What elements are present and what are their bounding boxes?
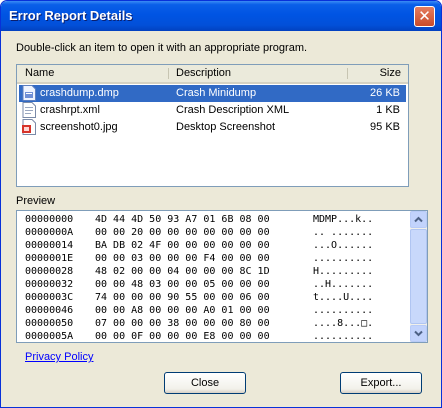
privacy-policy-link[interactable]: Privacy Policy <box>25 351 93 363</box>
xml-file-icon <box>22 102 36 118</box>
file-description: Desktop Screenshot <box>176 121 276 133</box>
hex-row: 00000028 48 02 00 00 04 00 00 00 8C 1D H… <box>17 266 373 279</box>
file-name: crashdump.dmp <box>40 87 119 99</box>
preview-label: Preview <box>16 195 56 207</box>
hex-row: 00000046 00 00 A8 00 00 00 A0 01 00 00 .… <box>17 305 373 318</box>
preview-scrollbar[interactable] <box>410 211 427 342</box>
hex-offset: 00000032 <box>25 279 74 290</box>
hex-bytes: 48 02 00 00 04 00 00 00 8C 1D <box>95 266 270 277</box>
hex-offset: 0000003C <box>25 292 74 303</box>
hex-bytes: BA DB 02 4F 00 00 00 00 00 00 <box>95 240 270 251</box>
file-size: 95 KB <box>370 121 400 133</box>
chevron-up-icon <box>414 216 423 223</box>
instructions-text: Double-click an item to open it with an … <box>16 42 308 54</box>
hex-bytes: 74 00 00 00 90 55 00 00 06 00 <box>95 292 270 303</box>
scroll-thumb[interactable] <box>410 229 427 324</box>
hex-row: 0000000A 00 00 20 00 00 00 00 00 00 00 .… <box>17 227 373 240</box>
hex-row: 0000001E 00 00 03 00 00 00 F4 00 00 00 .… <box>17 253 373 266</box>
error-report-window: Error Report Details ✕ Double-click an i… <box>0 0 442 408</box>
close-button[interactable]: Close <box>164 372 246 394</box>
hex-offset: 0000005A <box>25 331 74 342</box>
file-list[interactable]: Name Description Size crashdump.dmp Cras… <box>16 64 409 187</box>
column-divider[interactable] <box>347 68 348 79</box>
hex-bytes: 00 00 48 03 00 00 05 00 00 00 <box>95 279 270 290</box>
column-header-name[interactable]: Name <box>25 65 175 82</box>
close-icon: ✕ <box>418 7 431 25</box>
file-row-crashrpt[interactable]: crashrpt.xml Crash Description XML 1 KB <box>19 102 406 119</box>
hex-offset: 00000028 <box>25 266 74 277</box>
hex-offset: 00000046 <box>25 305 74 316</box>
hex-ascii: t....U.... <box>313 292 374 303</box>
hex-offset: 0000000A <box>25 227 74 238</box>
file-name: crashrpt.xml <box>40 104 100 116</box>
file-size: 1 KB <box>376 104 400 116</box>
hex-ascii: ...O...... <box>313 240 374 251</box>
hex-offset: 00000050 <box>25 318 74 329</box>
hex-bytes: 00 00 0F 00 00 00 E8 00 00 00 <box>95 331 270 342</box>
title-bar[interactable]: Error Report Details ✕ <box>1 1 441 31</box>
column-header-description[interactable]: Description <box>176 65 346 82</box>
file-description: Crash Description XML <box>176 104 290 116</box>
hex-ascii: .......... <box>313 331 374 342</box>
window-title: Error Report Details <box>9 8 133 23</box>
scroll-down-button[interactable] <box>410 325 427 342</box>
file-name: screenshot0.jpg <box>40 121 118 133</box>
hex-row: 00000000 4D 44 4D 50 93 A7 01 6B 08 00 M… <box>17 214 373 227</box>
export-button[interactable]: Export... <box>340 372 422 394</box>
hex-bytes: 00 00 A8 00 00 00 A0 01 00 00 <box>95 305 270 316</box>
hex-offset: 00000014 <box>25 240 74 251</box>
dump-file-icon <box>22 85 36 101</box>
hex-ascii: MDMP...k.. <box>313 214 374 225</box>
hex-ascii: .......... <box>313 253 374 264</box>
hex-bytes: 07 00 00 00 38 00 00 00 80 00 <box>95 318 270 329</box>
hex-row: 00000032 00 00 48 03 00 00 05 00 00 00 .… <box>17 279 373 292</box>
hex-row: 0000005A 00 00 0F 00 00 00 E8 00 00 00 .… <box>17 331 373 342</box>
file-size: 26 KB <box>370 87 400 99</box>
file-list-header: Name Description Size <box>17 65 408 84</box>
file-row-crashdump[interactable]: crashdump.dmp Crash Minidump 26 KB <box>19 85 406 102</box>
hex-bytes: 00 00 03 00 00 00 F4 00 00 00 <box>95 253 270 264</box>
hex-ascii: .. ....... <box>313 227 374 238</box>
file-row-screenshot[interactable]: screenshot0.jpg Desktop Screenshot 95 KB <box>19 119 406 136</box>
hex-row: 0000003C 74 00 00 00 90 55 00 00 06 00 t… <box>17 292 373 305</box>
hex-row: 00000050 07 00 00 00 38 00 00 00 80 00 .… <box>17 318 373 331</box>
hex-offset: 0000001E <box>25 253 74 264</box>
image-file-icon <box>22 119 36 135</box>
scroll-up-button[interactable] <box>410 211 427 228</box>
column-header-size[interactable]: Size <box>351 65 401 82</box>
hex-ascii: ....8...□. <box>313 318 374 329</box>
column-divider[interactable] <box>168 68 169 79</box>
hex-preview[interactable]: 00000000 4D 44 4D 50 93 A7 01 6B 08 00 M… <box>16 210 428 343</box>
file-description: Crash Minidump <box>176 87 257 99</box>
hex-bytes: 4D 44 4D 50 93 A7 01 6B 08 00 <box>95 214 270 225</box>
chevron-down-icon <box>414 330 423 337</box>
hex-bytes: 00 00 20 00 00 00 00 00 00 00 <box>95 227 270 238</box>
hex-offset: 00000000 <box>25 214 74 225</box>
hex-row: 00000014 BA DB 02 4F 00 00 00 00 00 00 .… <box>17 240 373 253</box>
hex-ascii: ..H....... <box>313 279 374 290</box>
hex-ascii: .......... <box>313 305 374 316</box>
hex-ascii: H......... <box>313 266 374 277</box>
window-close-button[interactable]: ✕ <box>414 6 435 27</box>
